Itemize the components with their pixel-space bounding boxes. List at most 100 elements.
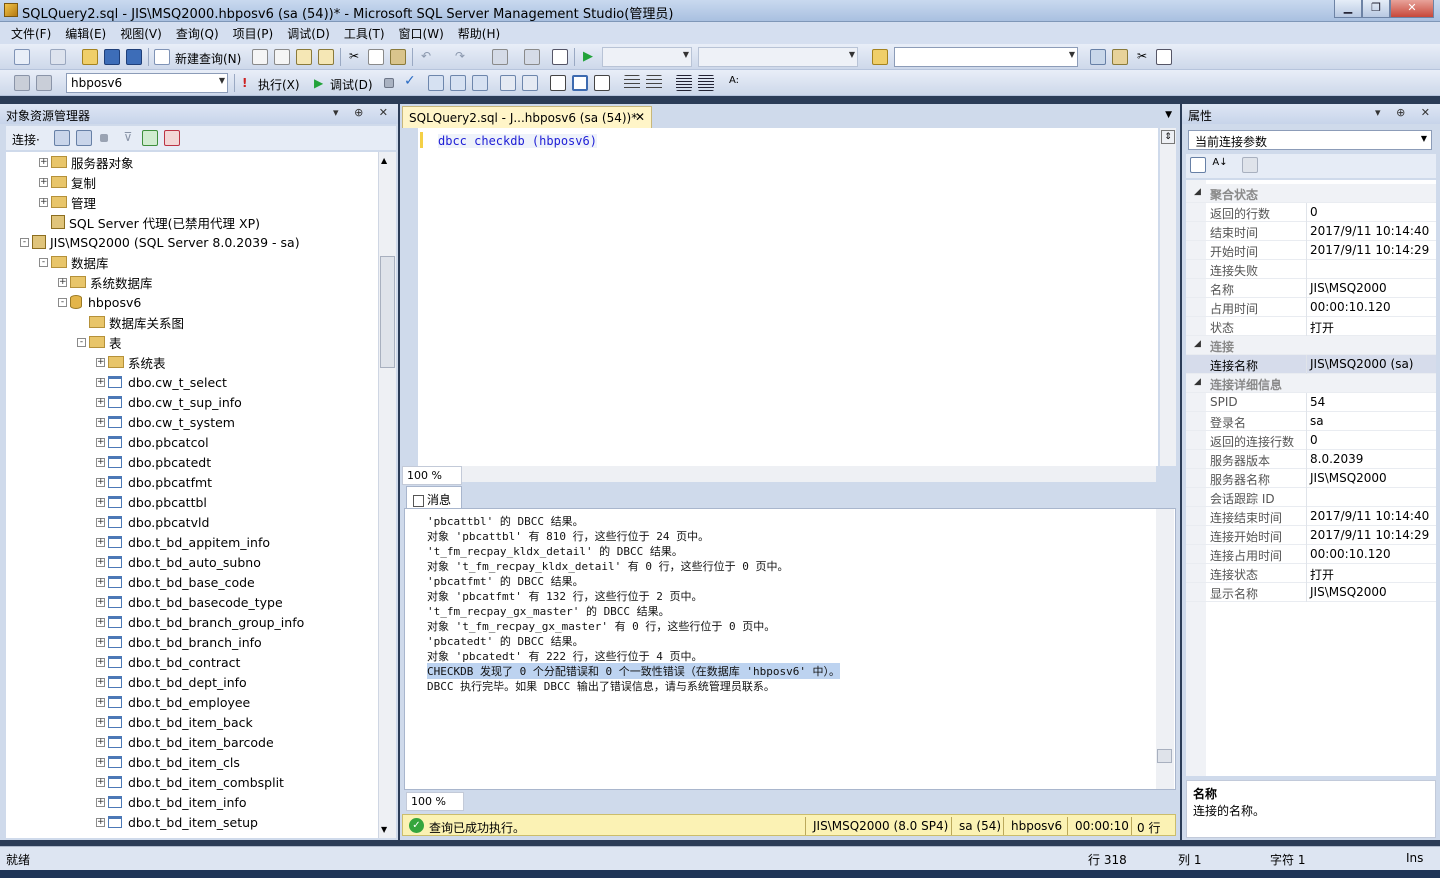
specify-values-icon[interactable]: A: bbox=[726, 75, 742, 91]
register-server-icon[interactable] bbox=[54, 130, 70, 146]
tools-icon[interactable]: ✂ bbox=[1134, 49, 1150, 65]
minimize-button[interactable]: ▁ bbox=[1334, 0, 1362, 18]
open-file-icon[interactable] bbox=[82, 49, 98, 65]
tree-node[interactable]: + dbo.pbcatcol bbox=[96, 432, 209, 452]
tree-node[interactable]: + dbo.t_bd_item_info bbox=[96, 792, 246, 812]
tree-node[interactable]: 数据库关系图 bbox=[89, 312, 184, 332]
expand-icon[interactable]: + bbox=[96, 717, 105, 727]
property-row[interactable]: 连接开始时间 2017/9/11 10:14:29 bbox=[1186, 526, 1436, 545]
activity-monitor-icon[interactable] bbox=[552, 49, 568, 65]
tree-node[interactable]: + dbo.t_bd_dept_info bbox=[96, 672, 247, 692]
expand-icon[interactable]: + bbox=[96, 497, 105, 507]
stop-icon[interactable] bbox=[100, 134, 108, 142]
tree-node[interactable]: - JIS\MSQ2000 (SQL Server 8.0.2039 - sa) bbox=[20, 232, 300, 252]
property-row[interactable]: 服务器版本 8.0.2039 bbox=[1186, 450, 1436, 469]
expand-icon[interactable]: + bbox=[96, 817, 105, 827]
available-databases-combo[interactable]: hbposv6 ▼ bbox=[66, 73, 228, 93]
navigate-backward-icon[interactable] bbox=[492, 49, 508, 65]
summary-icon[interactable] bbox=[164, 130, 180, 146]
refresh-icon[interactable] bbox=[142, 130, 158, 146]
expand-icon[interactable]: + bbox=[96, 797, 105, 807]
tree-node[interactable]: + dbo.t_bd_appitem_info bbox=[96, 532, 270, 552]
paste-icon[interactable] bbox=[390, 49, 406, 65]
expand-icon[interactable]: + bbox=[58, 277, 67, 287]
tree-node[interactable]: + dbo.t_bd_contract bbox=[96, 652, 240, 672]
expand-icon[interactable]: + bbox=[96, 537, 105, 547]
maximize-button[interactable]: ❐ bbox=[1362, 0, 1390, 18]
property-row[interactable]: SPID 54 bbox=[1186, 393, 1436, 412]
tree-node[interactable]: -表 bbox=[77, 332, 122, 352]
tree-node[interactable]: + dbo.pbcatvld bbox=[96, 512, 209, 532]
tree-node[interactable]: + dbo.t_bd_item_combsplit bbox=[96, 772, 284, 792]
close-button[interactable]: ✕ bbox=[1390, 0, 1434, 18]
property-category[interactable]: ◢ 连接 bbox=[1186, 336, 1436, 355]
solution-platform-combo[interactable]: ▼ bbox=[698, 47, 858, 67]
expand-icon[interactable]: + bbox=[96, 417, 105, 427]
property-row[interactable]: 连接失败 bbox=[1186, 260, 1436, 279]
menu-item-1[interactable]: 编辑(E) bbox=[58, 25, 113, 42]
property-row[interactable]: 结束时间 2017/9/11 10:14:40 bbox=[1186, 222, 1436, 241]
menu-item-0[interactable]: 文件(F) bbox=[4, 25, 58, 42]
property-row[interactable]: 连接状态 打开 bbox=[1186, 564, 1436, 583]
tree-node[interactable]: + dbo.t_bd_item_setup bbox=[96, 812, 258, 832]
expand-icon[interactable]: + bbox=[96, 617, 105, 627]
code-hscrollbar[interactable] bbox=[462, 466, 1156, 482]
connect-icon[interactable] bbox=[14, 75, 30, 91]
start-debug-icon[interactable]: ▶ bbox=[580, 49, 596, 65]
collapse-icon[interactable]: - bbox=[58, 297, 67, 307]
results-to-file-icon[interactable] bbox=[594, 75, 610, 91]
window-layout-icon[interactable] bbox=[1156, 49, 1172, 65]
alphabetical-icon[interactable]: A↓ bbox=[1212, 157, 1228, 173]
tree-node[interactable]: + dbo.pbcattbl bbox=[96, 492, 207, 512]
property-row[interactable]: 连接名称 JIS\MSQ2000 (sa) bbox=[1186, 355, 1436, 374]
property-row[interactable]: 会话跟踪 ID bbox=[1186, 488, 1436, 507]
tree-node[interactable]: + dbo.t_bd_basecode_type bbox=[96, 592, 283, 612]
registered-servers-icon[interactable] bbox=[1090, 49, 1106, 65]
split-icon[interactable]: ⇕ bbox=[1161, 130, 1175, 144]
expand-icon[interactable]: + bbox=[96, 357, 105, 367]
collapse-category-icon[interactable]: ◢ bbox=[1194, 187, 1201, 197]
tree-node[interactable]: - 数据库 bbox=[39, 252, 109, 272]
tree-node[interactable]: + 管理 bbox=[39, 192, 96, 212]
properties-object-combo[interactable]: 当前连接参数 ▼ bbox=[1188, 130, 1432, 150]
analysis-query-icon[interactable] bbox=[274, 49, 290, 65]
expand-icon[interactable]: + bbox=[96, 677, 105, 687]
results-to-text-icon[interactable] bbox=[550, 75, 566, 91]
tree-node[interactable]: + 系统数据库 bbox=[58, 272, 153, 292]
expand-icon[interactable]: + bbox=[96, 697, 105, 707]
tab-messages[interactable]: 消息 bbox=[406, 486, 462, 508]
property-row[interactable]: 服务器名称 JIS\MSQ2000 bbox=[1186, 469, 1436, 488]
redo-icon[interactable]: ↷ bbox=[452, 49, 468, 65]
sql-code-editor[interactable]: dbcc checkdb (hbposv6) bbox=[418, 128, 1158, 466]
results-to-grid-icon[interactable] bbox=[572, 75, 588, 91]
tree-node[interactable]: + dbo.t_bd_auto_subno bbox=[96, 552, 261, 572]
save-icon[interactable] bbox=[104, 49, 120, 65]
expand-icon[interactable]: + bbox=[96, 577, 105, 587]
properties-pane-controls[interactable]: ▾ ⊕ ✕ bbox=[1375, 106, 1436, 119]
tree-node[interactable]: + dbo.t_bd_item_cls bbox=[96, 752, 240, 772]
dmx-query-icon[interactable] bbox=[296, 49, 312, 65]
messages-vscrollbar[interactable] bbox=[1156, 509, 1174, 789]
collapse-category-icon[interactable]: ◢ bbox=[1194, 339, 1201, 349]
tree-node[interactable]: + dbo.t_bd_item_barcode bbox=[96, 732, 274, 752]
db-engine-query-icon[interactable] bbox=[252, 49, 268, 65]
tree-node[interactable]: + dbo.t_bd_employee bbox=[96, 692, 250, 712]
decrease-indent-icon[interactable] bbox=[676, 75, 692, 91]
tree-scrollbar-thumb[interactable] bbox=[380, 256, 395, 368]
find-in-files-icon[interactable] bbox=[872, 49, 888, 65]
property-row[interactable]: 登录名 sa bbox=[1186, 412, 1436, 431]
expand-icon[interactable]: + bbox=[39, 197, 48, 207]
tree-node[interactable]: + dbo.cw_t_system bbox=[96, 412, 235, 432]
tree-node[interactable]: + dbo.cw_t_sup_info bbox=[96, 392, 242, 412]
zoom-bottom-combo[interactable]: 100 % bbox=[406, 792, 464, 811]
property-category[interactable]: ◢ 聚合状态 bbox=[1186, 184, 1436, 203]
solution-config-combo[interactable]: ▼ bbox=[602, 47, 692, 67]
expand-icon[interactable]: + bbox=[96, 757, 105, 767]
menu-item-7[interactable]: 窗口(W) bbox=[392, 25, 451, 42]
property-category[interactable]: ◢ 连接详细信息 bbox=[1186, 374, 1436, 393]
expand-icon[interactable]: + bbox=[96, 457, 105, 467]
pane-controls[interactable]: ▾ ⊕ ✕ bbox=[333, 106, 394, 119]
menu-item-5[interactable]: 调试(D) bbox=[280, 25, 337, 42]
tree-node[interactable]: - hbposv6 bbox=[58, 292, 141, 312]
menu-item-4[interactable]: 项目(P) bbox=[226, 25, 281, 42]
